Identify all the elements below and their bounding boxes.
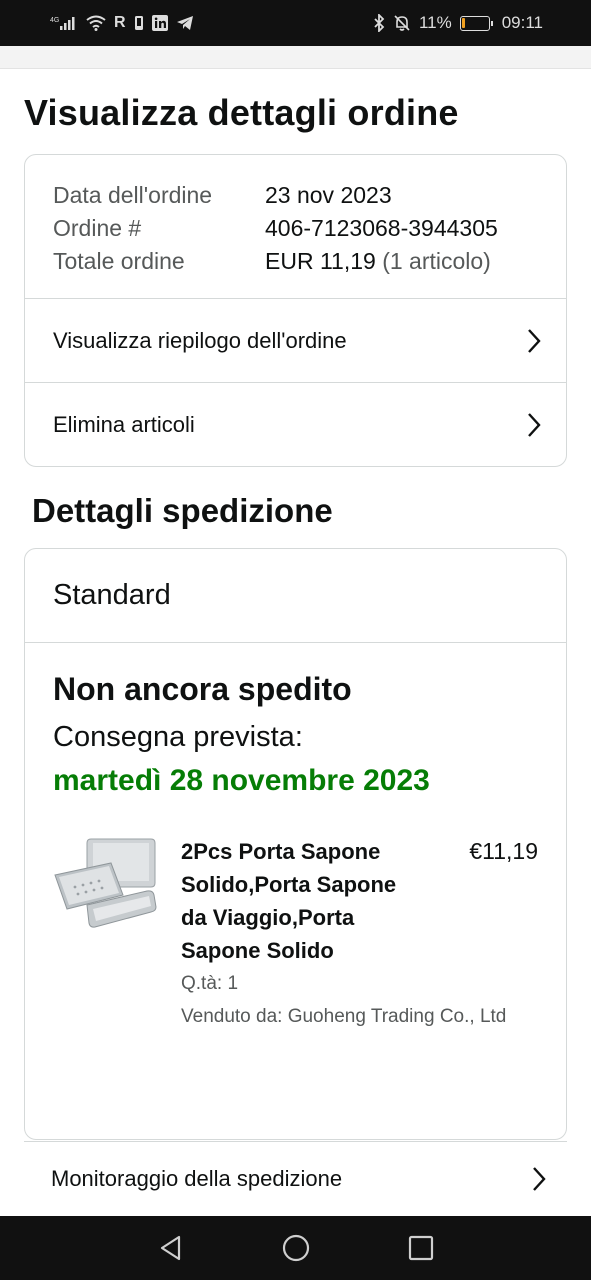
item-title[interactable]: 2Pcs Porta Sapone Solido,Porta Sapone da… (181, 835, 421, 967)
order-date-value: 23 nov 2023 (265, 182, 392, 208)
recents-icon (408, 1235, 434, 1261)
shipment-body: Non ancora spedito Consegna prevista: ma… (25, 643, 566, 1033)
home-icon (281, 1233, 311, 1263)
track-shipment-label: Monitoraggio della spedizione (51, 1166, 343, 1191)
view-order-summary-link[interactable]: Visualizza riepilogo dell'ordine (25, 299, 566, 383)
delivery-estimate-label: Consegna prevista: (53, 721, 303, 753)
shipping-section-title: Dettagli spedizione (32, 492, 333, 529)
status-bar-right: 11% 09:11 (373, 13, 543, 33)
linkedin-icon (151, 15, 168, 31)
order-date-row: Data dell'ordine 23 nov 2023 (53, 179, 538, 212)
order-summary-card: Data dell'ordine 23 nov 2023 Ordine # 40… (24, 154, 567, 467)
status-bar-left: 4G R (50, 14, 194, 32)
bluetooth-icon (373, 14, 385, 32)
order-total-amount: EUR 11,19 (265, 248, 376, 274)
order-total-count: (1 articolo) (375, 248, 491, 274)
signal-icon: 4G (50, 15, 78, 31)
battery-icon (459, 15, 493, 31)
item-header: 2Pcs Porta Sapone Solido,Porta Sapone da… (181, 835, 538, 967)
shipment-status: Non ancora spedito (53, 671, 352, 707)
order-item[interactable]: 2Pcs Porta Sapone Solido,Porta Sapone da… (53, 835, 538, 1033)
battery-level (462, 18, 465, 28)
shipment-card: Standard Non ancora spedito Consegna pre… (24, 548, 567, 1140)
back-button[interactable] (108, 1234, 233, 1262)
recents-button[interactable] (358, 1235, 483, 1261)
order-date-label: Data dell'ordine (53, 182, 213, 208)
system-nav-bar (0, 1216, 591, 1280)
order-total-value: EUR 11,19 (1 articolo) (265, 245, 491, 278)
back-icon (157, 1234, 185, 1262)
chevron-right-icon (526, 412, 542, 438)
home-button[interactable] (233, 1233, 358, 1263)
order-info: Data dell'ordine 23 nov 2023 Ordine # 40… (25, 155, 566, 299)
item-price: €11,19 (469, 838, 538, 864)
order-total-row: Totale ordine EUR 11,19 (1 articolo) (53, 245, 538, 278)
shipping-type: Standard (25, 549, 566, 643)
product-image[interactable] (53, 835, 157, 935)
order-total-label: Totale ordine (53, 248, 185, 274)
top-strip (0, 46, 591, 69)
order-number-value: 406-7123068-3944305 (265, 215, 498, 241)
wifi-icon (86, 15, 106, 31)
item-quantity: Q.tà: 1 (181, 973, 239, 994)
battery-percent: 11% (418, 13, 452, 32)
page-title: Visualizza dettagli ordine (24, 92, 459, 133)
telegram-icon (176, 15, 194, 31)
chevron-right-icon (526, 328, 542, 354)
item-info: 2Pcs Porta Sapone Solido,Porta Sapone da… (181, 835, 538, 1033)
track-shipment-link[interactable]: Monitoraggio della spedizione (24, 1141, 567, 1216)
clock: 09:11 (501, 13, 543, 32)
delivery-estimate-date: martedì 28 novembre 2023 (53, 764, 430, 797)
order-number-row: Ordine # 406-7123068-3944305 (53, 212, 538, 245)
order-number-label: Ordine # (53, 215, 142, 241)
roaming-icon: R (114, 14, 126, 31)
svg-text:4G: 4G (50, 17, 59, 24)
phone-icon (134, 15, 144, 31)
mute-icon (393, 14, 411, 32)
chevron-right-icon (531, 1166, 547, 1192)
view-order-summary-label: Visualizza riepilogo dell'ordine (53, 327, 347, 353)
remove-items-link[interactable]: Elimina articoli (25, 383, 566, 466)
remove-items-label: Elimina articoli (53, 412, 195, 437)
status-bar: 4G R 11% 09:11 (0, 0, 591, 46)
item-seller: Venduto da: Guoheng Trading Co., Ltd (181, 1006, 507, 1027)
